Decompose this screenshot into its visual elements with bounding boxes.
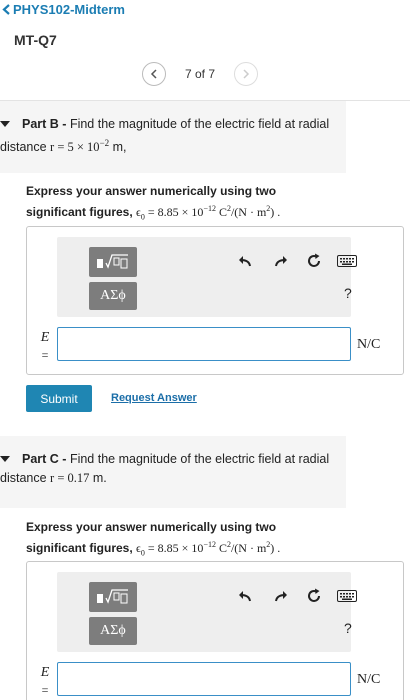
part-c-variable-label: E = <box>40 665 50 698</box>
part-c-answer-input[interactable] <box>57 662 351 696</box>
back-link-label: PHYS102-Midterm <box>13 2 125 17</box>
part-b-instruction-line2: significant figures, <box>26 205 133 219</box>
part-c-r-unit: m. <box>89 471 107 485</box>
question-title: MT-Q7 <box>14 32 57 48</box>
submit-button[interactable]: Submit <box>26 385 92 412</box>
pager-text: 7 of 7 <box>184 67 216 81</box>
part-b-instructions: Express your answer numerically using tw… <box>26 182 280 226</box>
keyboard-icon[interactable] <box>337 251 357 271</box>
collapse-triangle-icon <box>0 456 10 463</box>
part-b-instruction-line1: Express your answer numerically using tw… <box>26 184 277 198</box>
part-c-header[interactable]: Part C - Find the magnitude of the elect… <box>0 436 346 508</box>
part-c-unit: N/C <box>357 672 381 687</box>
part-b-unit: N/C <box>357 337 381 352</box>
part-b-variable-label: E = <box>40 330 50 363</box>
templates-button[interactable] <box>89 247 137 277</box>
previous-question-button[interactable] <box>142 62 166 86</box>
redo-icon[interactable] <box>271 586 291 606</box>
templates-icon <box>97 589 128 604</box>
undo-icon[interactable] <box>235 251 255 271</box>
part-b-answer-box: ΑΣϕ ? E = N/C <box>26 226 404 375</box>
part-b-epsilon-expression: ϵ0 = 8.85 × 10−12 C2/(N · m2) . <box>136 204 281 222</box>
collapse-triangle-icon <box>0 121 10 128</box>
reset-icon[interactable] <box>304 586 324 606</box>
templates-button[interactable] <box>89 582 137 612</box>
help-button[interactable]: ? <box>344 285 352 301</box>
part-b-math-toolbar: ΑΣϕ ? <box>57 237 357 317</box>
part-b-r-value: r = 5 × 10−2 <box>50 138 110 155</box>
keyboard-icon[interactable] <box>337 586 357 606</box>
part-b-header[interactable]: Part B - Find the magnitude of the elect… <box>0 101 346 173</box>
back-to-assignment-link[interactable]: PHYS102-Midterm <box>2 2 125 17</box>
reset-icon[interactable] <box>304 251 324 271</box>
next-question-button[interactable] <box>234 62 258 86</box>
part-c-label: Part C - <box>22 452 67 466</box>
redo-icon[interactable] <box>271 251 291 271</box>
request-answer-link[interactable]: Request Answer <box>111 392 197 404</box>
part-c-math-toolbar: ΑΣϕ ? <box>57 572 357 652</box>
greek-symbols-button[interactable]: ΑΣϕ <box>89 282 137 310</box>
part-b-r-unit: m, <box>109 140 127 155</box>
undo-icon[interactable] <box>235 586 255 606</box>
part-b-answer-input[interactable] <box>57 327 351 361</box>
greek-symbols-button[interactable]: ΑΣϕ <box>89 617 137 645</box>
part-c-instructions: Express your answer numerically using tw… <box>26 518 280 562</box>
part-c-instruction-line1: Express your answer numerically using tw… <box>26 520 277 534</box>
chevron-left-icon <box>2 4 10 15</box>
part-c-r-value: r = 0.17 <box>50 471 90 485</box>
part-c-epsilon-expression: ϵ0 = 8.85 × 10−12 C2/(N · m2) . <box>136 540 281 558</box>
question-pager: 7 of 7 <box>142 62 258 86</box>
part-b-label: Part B - <box>22 117 67 131</box>
templates-icon <box>97 254 128 269</box>
part-c-answer-box: ΑΣϕ ? E = N/C <box>26 561 404 700</box>
part-c-instruction-line2: significant figures, <box>26 541 133 555</box>
chevron-left-icon <box>150 69 157 79</box>
help-button[interactable]: ? <box>344 620 352 636</box>
chevron-right-icon <box>243 69 250 79</box>
